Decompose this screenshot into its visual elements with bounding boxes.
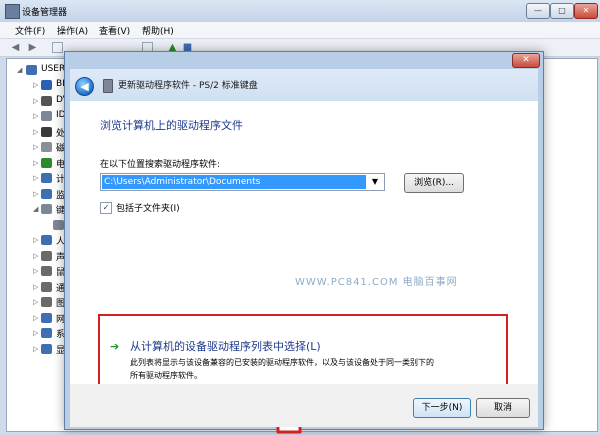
device-category-icon	[41, 142, 52, 152]
expand-icon[interactable]: ▷	[33, 174, 38, 182]
expand-icon[interactable]: ▷	[33, 283, 38, 291]
tree-item[interactable]: ▷ 人	[7, 234, 67, 247]
search-location-label: 在以下位置搜索驱动程序软件:	[100, 160, 221, 170]
title-bar: 设备管理器 — □ ✕	[0, 0, 600, 22]
forward-arrow-icon[interactable]: ▶	[27, 42, 38, 53]
device-category-icon	[53, 219, 64, 230]
back-arrow-icon[interactable]: ◀	[10, 42, 21, 53]
pick-from-list-link[interactable]: 从计算机的设备驱动程序列表中选择(L)	[130, 338, 321, 354]
device-category-icon	[41, 111, 52, 121]
device-category-icon	[41, 328, 52, 338]
maximize-icon: □	[558, 6, 566, 15]
update-driver-dialog: ✕ ◀ 更新驱动程序软件 - PS/2 标准键盘 浏览计算机上的驱动程序文件 在…	[64, 51, 544, 434]
tree-root-label: USER	[41, 64, 66, 74]
keyboard-device-icon	[103, 79, 113, 93]
tree-root[interactable]: ◢ USER	[7, 64, 67, 77]
collapse-icon[interactable]: ◢	[17, 66, 22, 74]
include-subfolders-label[interactable]: 包括子文件夹(I)	[116, 201, 180, 214]
expand-icon[interactable]: ▷	[33, 112, 38, 120]
device-category-icon	[41, 297, 52, 307]
dialog-footer: 下一步(N) 取消	[70, 384, 538, 427]
chevron-down-icon[interactable]: ▼	[367, 175, 383, 189]
expand-icon[interactable]: ▷	[33, 314, 38, 322]
close-icon: ✕	[582, 6, 590, 15]
collapse-icon[interactable]: ◢	[33, 205, 38, 213]
tree-item[interactable]: ◢ 键	[7, 203, 67, 216]
device-manager-icon	[5, 4, 20, 19]
path-input[interactable]	[102, 175, 366, 189]
tree-item[interactable]: ▷ ID	[7, 110, 67, 123]
next-button[interactable]: 下一步(N)	[413, 398, 471, 418]
expand-icon[interactable]: ▷	[33, 190, 38, 198]
tree-item[interactable]: ▷ 网	[7, 312, 67, 325]
menu-view[interactable]: 查看(V)	[99, 24, 130, 37]
cancel-button[interactable]: 取消	[476, 398, 530, 418]
expand-icon[interactable]: ▷	[33, 267, 38, 275]
expand-icon[interactable]: ▷	[33, 236, 38, 244]
green-arrow-icon: ➔	[110, 340, 120, 353]
back-arrow-icon: ◀	[80, 80, 89, 93]
minimize-button[interactable]: —	[526, 3, 550, 19]
tree-item[interactable]: ▷ 显	[7, 343, 67, 356]
device-category-icon	[41, 204, 52, 214]
menu-bar: 文件(F) 操作(A) 查看(V) 帮助(H)	[0, 22, 600, 39]
tree-item[interactable]: ▷ 通	[7, 281, 67, 294]
device-category-icon	[41, 173, 52, 183]
device-category-icon	[41, 266, 52, 276]
properties-icon[interactable]	[52, 42, 63, 53]
include-subfolders-checkbox[interactable]: ✓	[100, 202, 112, 214]
tree-item[interactable]: ▷ 图	[7, 296, 67, 309]
dialog-header: ◀ 更新驱动程序软件 - PS/2 标准键盘	[70, 69, 538, 101]
tree-item[interactable]: ▷ 声	[7, 250, 67, 263]
tree-item[interactable]	[7, 219, 67, 232]
maximize-button[interactable]: □	[550, 3, 574, 19]
expand-icon[interactable]: ▷	[33, 252, 38, 260]
expand-icon[interactable]: ▷	[33, 298, 38, 306]
tree-item[interactable]: ▷ 鼠	[7, 265, 67, 278]
tree-item[interactable]: ▷ 计	[7, 172, 67, 185]
pick-description-line2: 所有驱动程序软件。	[130, 371, 202, 380]
browse-button[interactable]: 浏览(R)...	[404, 173, 464, 193]
dialog-back-button[interactable]: ◀	[75, 77, 94, 96]
close-icon: ✕	[522, 55, 530, 65]
tree-item[interactable]: ▷ 磁	[7, 141, 67, 154]
pick-description-line1: 此列表将显示与该设备兼容的已安装的驱动程序软件，以及与该设备处于同一类别下的	[130, 358, 434, 367]
expand-icon[interactable]: ▷	[33, 345, 38, 353]
tree-item[interactable]: ▷ 处	[7, 126, 67, 139]
expand-icon[interactable]: ▷	[33, 159, 38, 167]
tree-item[interactable]: ▷ BI	[7, 79, 67, 92]
window-title: 设备管理器	[22, 8, 68, 18]
device-category-icon	[41, 312, 52, 323]
computer-icon	[26, 65, 37, 75]
device-category-icon	[41, 343, 52, 354]
device-category-icon	[41, 157, 52, 168]
dialog-title: 更新驱动程序软件 - PS/2 标准键盘	[118, 81, 258, 91]
watermark: WWW.PC841.COM 电脑百事网	[295, 277, 458, 288]
tree-item[interactable]: ▷ 电	[7, 157, 67, 170]
tree-item[interactable]: ▷ 监	[7, 188, 67, 201]
dialog-close-button[interactable]: ✕	[512, 53, 540, 68]
menu-file[interactable]: 文件(F)	[15, 24, 45, 37]
close-button[interactable]: ✕	[574, 3, 598, 19]
page-heading: 浏览计算机上的驱动程序文件	[100, 119, 243, 132]
minimize-icon: —	[534, 6, 542, 15]
device-category-icon	[41, 95, 52, 106]
expand-icon[interactable]: ▷	[33, 97, 38, 105]
path-combobox[interactable]: ▼	[100, 173, 385, 191]
tree-item[interactable]: ▷ DV	[7, 95, 69, 108]
expand-icon[interactable]: ▷	[33, 128, 38, 136]
device-category-icon	[41, 235, 52, 245]
device-category-icon	[41, 80, 52, 90]
expand-icon[interactable]: ▷	[33, 81, 38, 89]
expand-icon[interactable]: ▷	[33, 329, 38, 337]
device-category-icon	[41, 281, 52, 292]
menu-action[interactable]: 操作(A)	[57, 24, 88, 37]
dialog-body: 浏览计算机上的驱动程序文件 在以下位置搜索驱动程序软件: ▼ 浏览(R)... …	[70, 101, 538, 434]
device-category-icon	[41, 188, 52, 199]
tree-item[interactable]: ▷ 系	[7, 327, 67, 340]
device-category-icon	[41, 126, 52, 137]
menu-help[interactable]: 帮助(H)	[142, 24, 174, 37]
expand-icon[interactable]: ▷	[33, 143, 38, 151]
device-category-icon	[41, 250, 52, 261]
